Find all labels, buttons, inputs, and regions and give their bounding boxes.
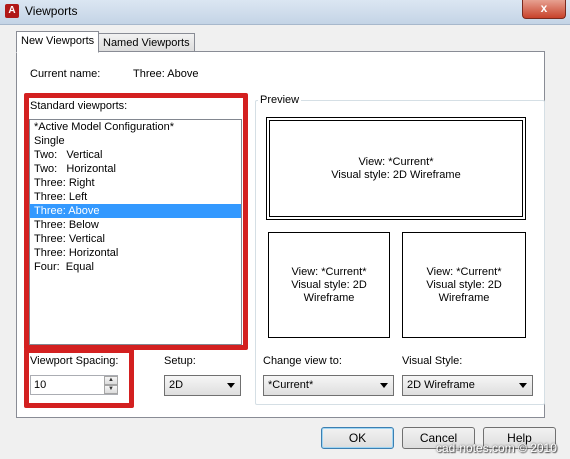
title-bar (0, 0, 570, 25)
current-name-label: Current name: (30, 68, 101, 80)
setup-dropdown[interactable]: 2D (164, 375, 241, 396)
tab-new-viewports[interactable]: New Viewports (16, 31, 100, 53)
chevron-down-icon (519, 383, 527, 388)
preview-label: Preview (258, 94, 302, 106)
highlight-viewport-spacing (24, 348, 134, 408)
chevron-down-icon (227, 383, 235, 388)
viewport-style-text: Visual style: 2D Wireframe (331, 168, 461, 181)
preview-viewport-bottom-right: View: *Current* Visual style: 2D Wirefra… (402, 232, 526, 338)
viewport-style-text: Visual style: 2D Wireframe (426, 278, 502, 304)
chevron-down-icon (380, 383, 388, 388)
change-view-value: *Current* (268, 379, 314, 391)
viewport-style-text: Visual style: 2D Wireframe (291, 278, 367, 304)
preview-viewport-bottom-left: View: *Current* Visual style: 2D Wirefra… (268, 232, 390, 338)
change-view-dropdown[interactable]: *Current* (263, 375, 394, 396)
autocad-app-icon: A (5, 4, 19, 18)
visual-style-value: 2D Wireframe (407, 379, 475, 391)
setup-label: Setup: (164, 355, 196, 367)
viewport-view-text: View: *Current* (426, 265, 502, 278)
change-view-label: Change view to: (263, 355, 342, 367)
preview-viewport-top: View: *Current* Visual style: 2D Wirefra… (266, 117, 526, 220)
tab-named-viewports[interactable]: Named Viewports (98, 33, 195, 53)
viewport-view-text: View: *Current* (358, 155, 434, 168)
viewport-view-text: View: *Current* (291, 265, 367, 278)
close-button[interactable]: x (522, 0, 566, 19)
visual-style-dropdown[interactable]: 2D Wireframe (402, 375, 533, 396)
window-title: Viewports (25, 4, 78, 18)
visual-style-label: Visual Style: (402, 355, 463, 367)
highlight-standard-viewports (24, 93, 248, 350)
current-name-value: Three: Above (133, 68, 199, 80)
watermark-text: cad-notes.com © 2010 (436, 441, 557, 455)
setup-value: 2D (169, 379, 184, 391)
ok-button[interactable]: OK (321, 427, 394, 449)
